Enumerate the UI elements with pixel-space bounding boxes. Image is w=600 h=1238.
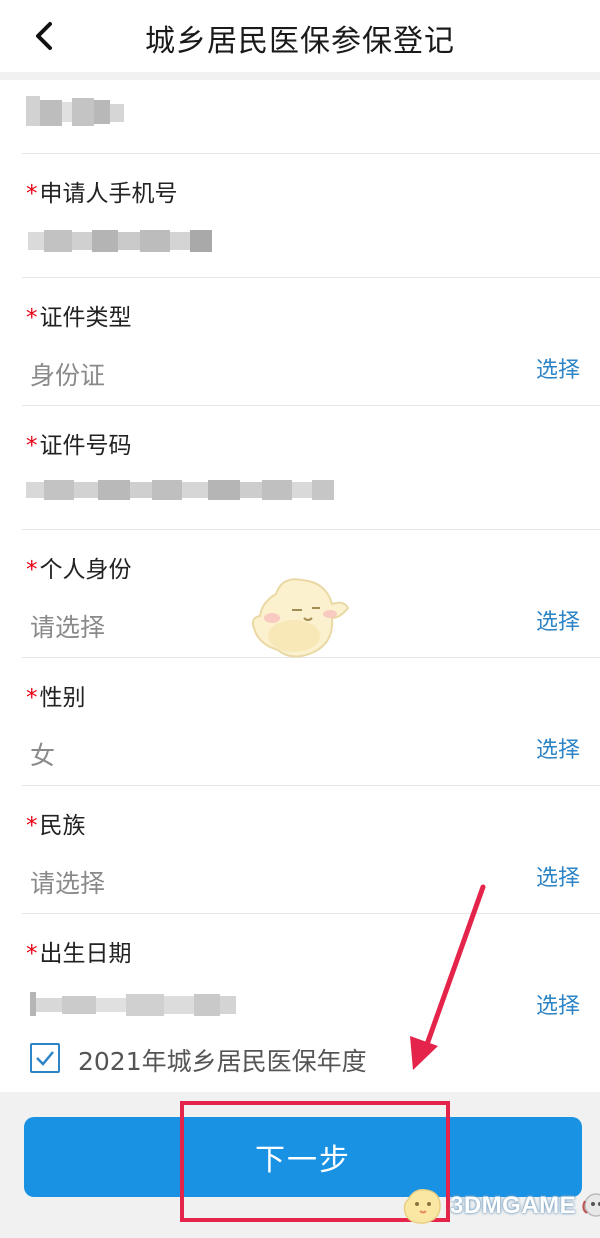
field-applicant-phone: *申请人手机号 (0, 154, 600, 278)
field-id-number: *证件号码 (0, 406, 600, 530)
field-label: *出生日期 (26, 941, 132, 967)
field-label: *申请人手机号 (26, 181, 178, 207)
header-divider (0, 72, 600, 80)
birth-date-masked (30, 992, 236, 1016)
watermark-text: 3DMGAME (450, 1192, 577, 1219)
field-birth-date[interactable]: *出生日期 选择 (0, 914, 600, 1034)
field-id-type[interactable]: *证件类型 身份证 选择 (0, 278, 600, 406)
id-type-value: 身份证 (30, 361, 106, 390)
year-option-label: 2021年城乡居民医保年度 (78, 1047, 367, 1076)
field-label: *性别 (26, 685, 86, 711)
select-gender-button[interactable]: 选择 (536, 732, 580, 764)
gender-value: 女 (30, 741, 56, 770)
sheep-icon (582, 1193, 600, 1217)
field-label: *个人身份 (26, 557, 132, 583)
ethnicity-placeholder: 请选择 (30, 869, 106, 898)
field-label: *民族 (26, 813, 86, 839)
select-personal-identity-button[interactable]: 选择 (536, 604, 580, 636)
select-ethnicity-button[interactable]: 选择 (536, 860, 580, 892)
watermark-logo: 3DMGAME (400, 1186, 600, 1226)
page-title: 城乡居民医保参保登记 (145, 24, 455, 59)
phone-input-masked[interactable] (28, 228, 212, 254)
masked-value (26, 96, 124, 126)
chick-mascot-icon (403, 1188, 441, 1224)
chick-mascot-icon (251, 578, 350, 658)
field-label: *证件类型 (26, 305, 132, 331)
header-bar: 城乡居民医保参保登记 (0, 0, 600, 72)
checkmark-icon (36, 1051, 54, 1066)
field-gender[interactable]: *性别 女 选择 (0, 658, 600, 786)
personal-identity-placeholder: 请选择 (30, 613, 106, 642)
select-birth-date-button[interactable]: 选择 (536, 988, 580, 1020)
id-number-input-masked[interactable] (26, 476, 334, 504)
year-checkbox[interactable] (30, 1043, 60, 1073)
field-ethnicity[interactable]: *民族 请选择 选择 (0, 786, 600, 914)
select-id-type-button[interactable]: 选择 (536, 352, 580, 384)
field-label: *证件号码 (26, 433, 132, 459)
